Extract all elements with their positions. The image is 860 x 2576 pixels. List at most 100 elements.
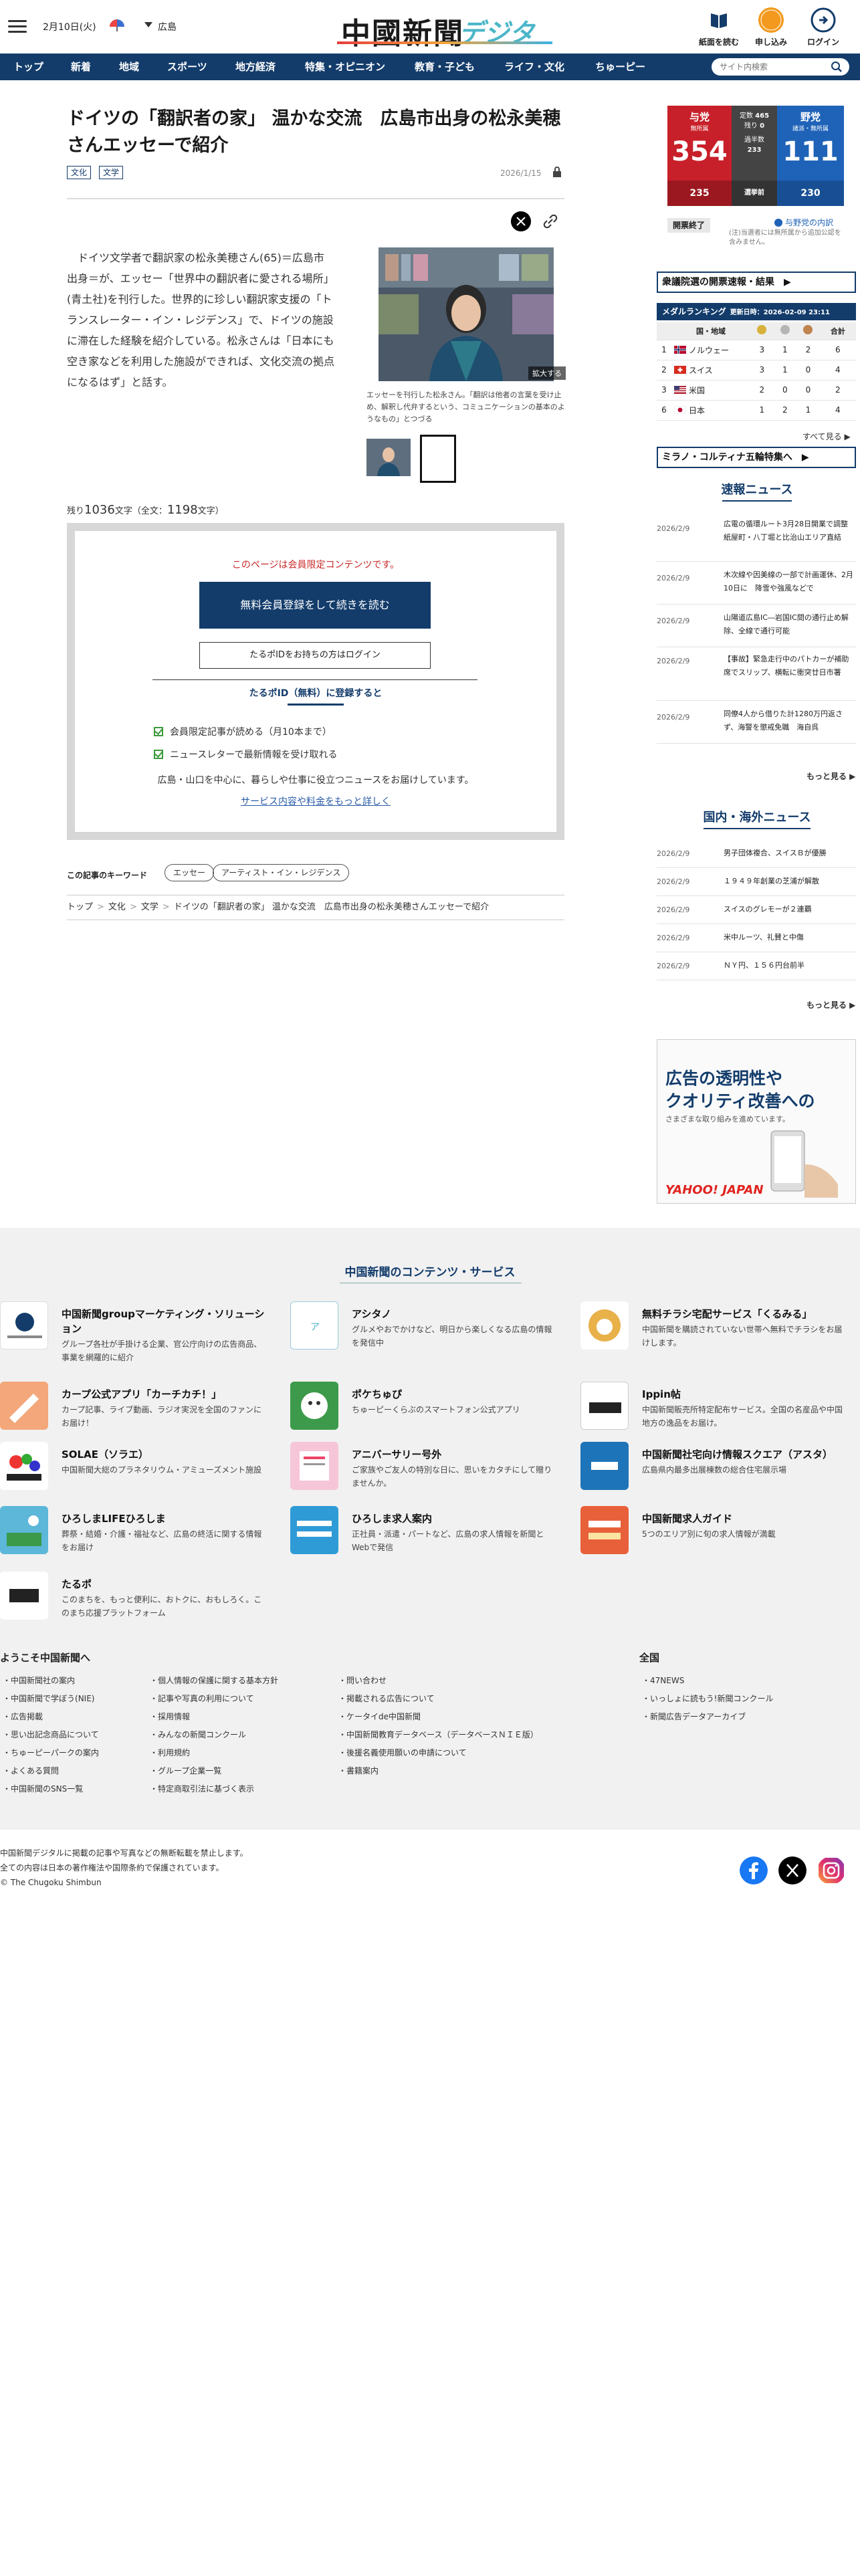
service-item[interactable]: 中国新聞groupマーケティング・ソリューション グループ各社が手掛ける企業、官… (0, 1301, 267, 1362)
list-item[interactable]: 2026/2/9 同僚4人から借りた計1280万円返さず、海警を懲戒免職 海自呉 (657, 701, 856, 744)
service-details-link[interactable]: サービス内容や料金をもっと詳しく (75, 794, 556, 808)
silver-medal-icon (780, 325, 790, 335)
menu-icon[interactable] (8, 20, 27, 33)
service-item[interactable]: 中国新聞求人ガイド 5つのエリア別に旬の求人情報が満載 (580, 1506, 848, 1560)
search-icon[interactable] (831, 61, 843, 73)
footer-link[interactable]: 採用情報 (150, 1708, 330, 1726)
x-share-icon[interactable] (511, 211, 531, 231)
taruporu-login-button[interactable]: たるポIDをお持ちの方はログイン (199, 642, 431, 669)
ad-headline: 広告の透明性や (665, 1069, 783, 1088)
nav-chupy[interactable]: ちゅーピー (595, 53, 645, 80)
footer-link[interactable]: 問い合わせ (338, 1672, 593, 1690)
more-world-news-link[interactable]: もっと見る ▶ (807, 999, 855, 1010)
footer-link[interactable]: 後援名義使用願いの申請について (338, 1744, 593, 1762)
footer-link[interactable]: いっしょに読もう!新聞コンクール (642, 1690, 843, 1708)
service-item[interactable]: ポケちゅぴ ちゅーピーくらぶのスマートフォン公式アプリ (290, 1382, 558, 1435)
service-item[interactable]: アニバーサリー号外 ご家族やご友人の特別な日に、思いをカタチにして贈りませんか。 (290, 1442, 558, 1495)
footer-link[interactable]: 書籍案内 (338, 1762, 593, 1780)
footer-link[interactable]: 中国新聞教育データベース（データベースＮＩＥ版） (338, 1726, 593, 1744)
footer-link[interactable]: 個人情報の保護に関する基本方針 (150, 1672, 330, 1690)
instagram-icon[interactable] (817, 1856, 845, 1885)
yahoo-ad-banner[interactable]: 広告の透明性や クオリティ改善への さまざまな取り組みを進めています。 YAHO… (657, 1039, 856, 1204)
footer-link[interactable]: 特定商取引法に基づく表示 (150, 1780, 330, 1798)
service-item[interactable]: ア アシタノ グルメやおでかけなど、明日から楽しくなる広島の情報を発信中 (290, 1301, 558, 1355)
apply-button[interactable]: 申し込み (748, 7, 794, 47)
list-item[interactable]: 2026/2/9 スイスのグレモーが２連覇 (657, 896, 856, 924)
party-breakdown-link[interactable]: 与野党の内訳 (774, 217, 833, 228)
election-results-link[interactable]: 衆議院選の開票速報・結果 ▶ (657, 272, 856, 293)
nav-education[interactable]: 教育・子ども (415, 53, 475, 80)
footer-link[interactable]: 広告掲載 (3, 1708, 143, 1726)
paywall-description: 広島・山口を中心に、暮らしや仕事に役立つニュースをお届けしています。 (157, 775, 474, 786)
list-item[interactable]: 2026/2/9 【事故】緊急走行中のパトカーが補助席でスリップ、横転に衝突廿日市… (657, 647, 856, 701)
nav-opinion[interactable]: 特集・オピニオン (305, 53, 385, 80)
register-button[interactable]: 無料会員登録をして続きを読む (199, 582, 431, 629)
site-search-input[interactable] (712, 58, 849, 76)
keyword-tag[interactable]: アーティスト・イン・レジデンス (213, 864, 350, 881)
service-name: 中国新聞社宅向け情報スクエア（アスタ） (642, 1448, 833, 1461)
list-item[interactable]: 2026/2/9 １９４９年創業の芝浦が解散 (657, 868, 856, 896)
article-photo[interactable] (379, 247, 554, 381)
service-item[interactable]: 中国新聞社宅向け情報スクエア（アスタ） 広島県内最多出展棟数の総合住宅展示場 (580, 1442, 848, 1495)
region-selector[interactable]: 広島 (158, 20, 177, 33)
anniversary-logo-icon (290, 1442, 338, 1490)
service-item[interactable]: SOLAE（ソラエ） 中国新聞大総のプラネタリウム・アミューズメント施設 (0, 1442, 267, 1495)
total-count: 4 (819, 360, 856, 381)
rank: 2 (657, 360, 671, 381)
footer-link[interactable]: グループ企業一覧 (150, 1762, 330, 1780)
breadcrumb-item[interactable]: 文化 (108, 902, 126, 912)
election-results-widget[interactable]: 与党 無所属 354 235 定数 465 残り 0 過半数 233 選挙前 野… (667, 106, 844, 206)
footer-link[interactable]: 中国新聞のSNS一覧 (3, 1780, 143, 1798)
photo-thumbnail-1[interactable] (366, 439, 411, 476)
enlarge-button[interactable]: 拡大する (528, 366, 566, 380)
footer-link[interactable]: 利用規約 (150, 1744, 330, 1762)
read-paper-button[interactable]: 紙面を読む (695, 7, 742, 47)
nav-latest[interactable]: 新着 (71, 53, 91, 80)
list-item[interactable]: 2026/2/9 ＮＹ円、１５６円台前半 (657, 952, 856, 980)
list-item[interactable]: 2026/2/9 山陽道広島IC―岩国IC間の通行止め解除、全線で通行可能 (657, 605, 856, 647)
list-item[interactable]: 2026/2/9 米中ルーツ、礼賛と中傷 (657, 924, 856, 952)
facebook-icon[interactable] (740, 1856, 768, 1885)
list-item[interactable]: 2026/2/9 男子団体複合、スイスＢが優勝 (657, 840, 856, 868)
service-item[interactable]: ひろしまLIFEひろしま 葬祭・結婚・介護・福祉など、広島の終活に関する情報をお… (0, 1506, 267, 1560)
footer-link[interactable]: 47NEWS (642, 1672, 843, 1690)
link-copy-icon[interactable] (542, 213, 559, 230)
service-item[interactable]: カープ公式アプリ「カーチカチ！」 カープ記事、ライブ動画、ラジオ実況を全国のファ… (0, 1382, 267, 1435)
region-dropdown-icon[interactable] (144, 22, 152, 27)
footer-link[interactable]: 中国新聞社の案内 (3, 1672, 143, 1690)
service-item[interactable]: たるポ このまちを、もっと便利に、おトクに、おもしろく。このまち応援プラットフォ… (0, 1572, 267, 1625)
photo-thumbnail-2[interactable] (420, 435, 456, 483)
footer-link[interactable]: 記事や写真の利用について (150, 1690, 330, 1708)
see-all-medals-link[interactable]: すべて見る ▶ (802, 431, 851, 442)
nav-sports[interactable]: スポーツ (167, 53, 207, 80)
x-icon[interactable] (778, 1856, 807, 1885)
footer-link[interactable]: みんなの新聞コンクール (150, 1726, 330, 1744)
footer-link[interactable]: 中国新聞で学ぼう(NIE) (3, 1690, 143, 1708)
list-item[interactable]: 2026/2/9 木次線や因美線の一部で計画運休、2月10日に 降雪や強風などで (657, 562, 856, 605)
nav-region[interactable]: 地域 (119, 53, 139, 80)
tag-culture[interactable]: 文化 (67, 166, 92, 179)
nav-top[interactable]: トップ (13, 53, 43, 80)
more-breaking-news-link[interactable]: もっと見る ▶ (807, 770, 855, 782)
site-logo[interactable]: 中國新聞 デジタル (334, 7, 555, 84)
footer-link[interactable]: よくある質問 (3, 1762, 143, 1780)
footer-link[interactable]: 掲載される広告について (338, 1690, 593, 1708)
list-item[interactable]: 2026/2/9 広電の循環ルート3月28日開業で調整 紙屋町・八丁堀と比治山エリ… (657, 508, 856, 562)
chevron-right-icon: > (162, 902, 170, 912)
nav-life-culture[interactable]: ライフ・文化 (504, 53, 564, 80)
footer-link[interactable]: ちゅーピーパークの案内 (3, 1744, 143, 1762)
breadcrumb-item[interactable]: トップ (67, 902, 93, 912)
keyword-tag[interactable]: エッセー (165, 864, 215, 881)
service-item[interactable]: Ippin帖 中国新聞販売所特定配布サービス。全国の名産品や中国地方の逸品をお届… (580, 1382, 848, 1435)
olympics-feature-link[interactable]: ミラノ・コルティナ五輪特集へ ▶ (657, 447, 856, 468)
service-item[interactable]: 無料チラシ宅配サービス「くるみる」 中国新聞を購読されていない世帯へ無料でチラシ… (580, 1301, 848, 1355)
footer-link[interactable]: 新聞広告データアーカイブ (642, 1708, 843, 1726)
nav-economy[interactable]: 地方経済 (235, 53, 276, 80)
service-item[interactable]: ひろしま求人案内 正社員・派遣・パートなど、広島の求人情報を新聞とWebで発信 (290, 1506, 558, 1560)
login-button[interactable]: ログイン (800, 7, 847, 47)
tag-literature[interactable]: 文学 (99, 166, 124, 179)
ippin-logo-icon (580, 1382, 629, 1430)
breadcrumb-item[interactable]: 文学 (141, 902, 158, 912)
footer-link[interactable]: ケータイde中国新聞 (338, 1708, 593, 1726)
footer-link[interactable]: 思い出記念商品について (3, 1726, 143, 1744)
